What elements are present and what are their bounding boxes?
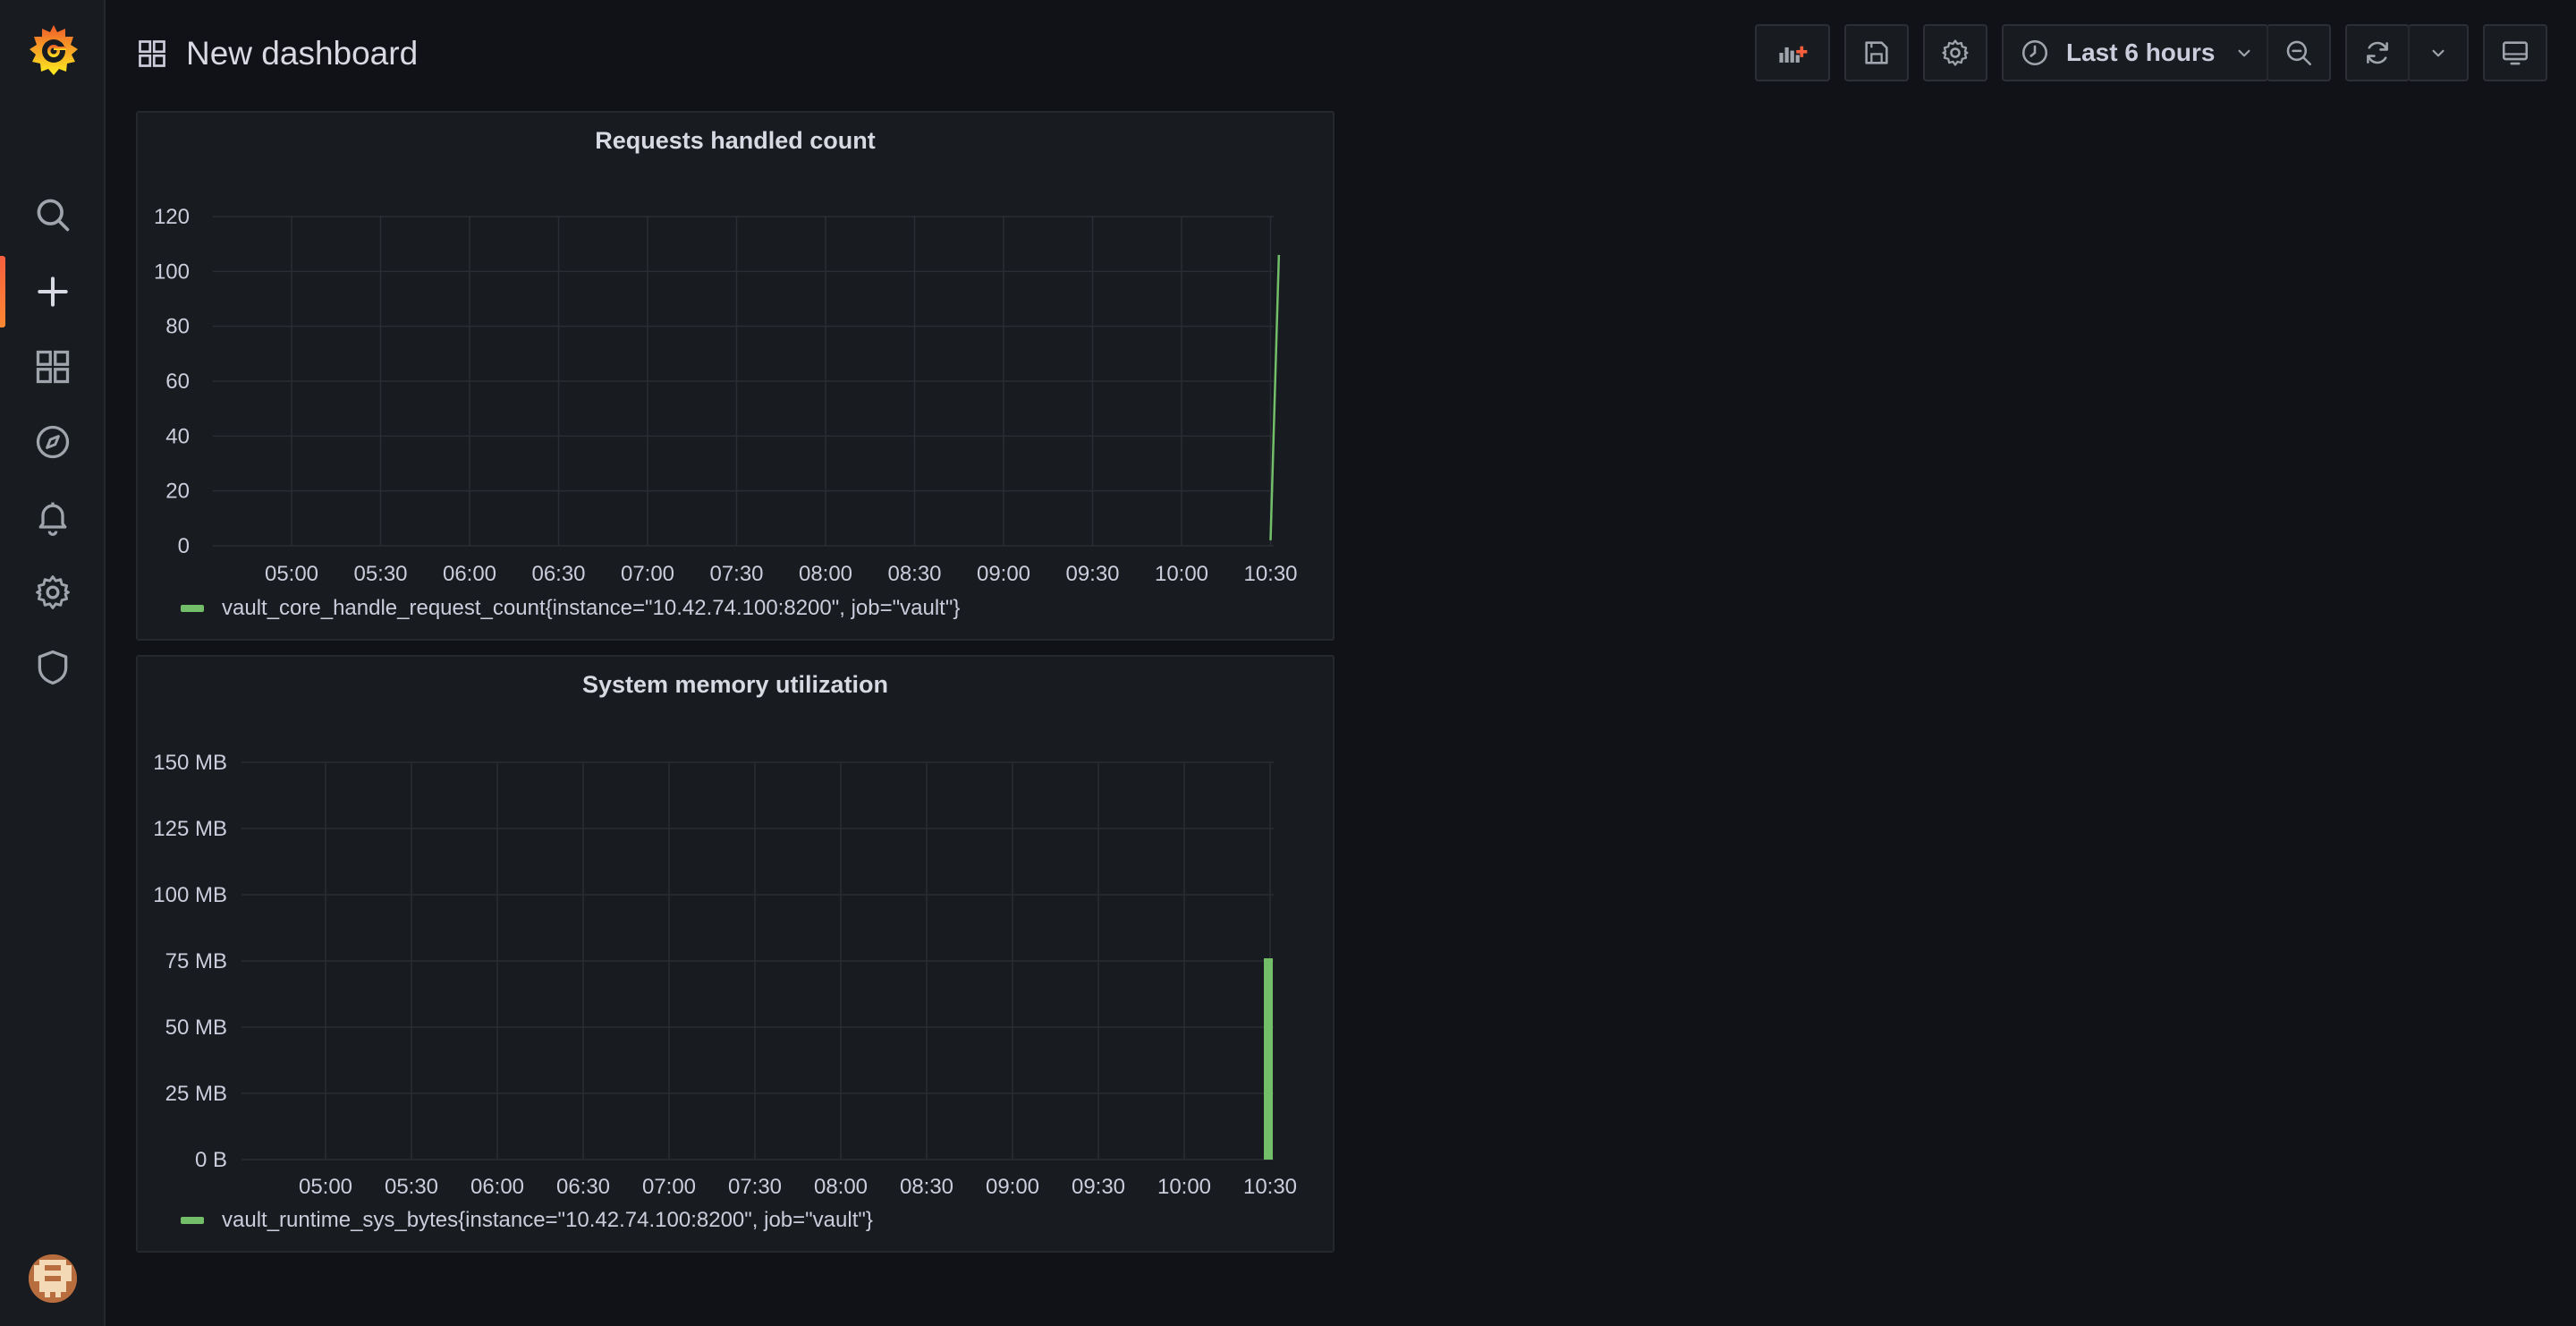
grafana-logo-icon[interactable] — [27, 21, 80, 79]
zoom-out-icon — [2286, 40, 2312, 66]
sidebar-item-dashboards[interactable] — [0, 335, 106, 399]
y-tick-label: 25 MB — [165, 1082, 227, 1106]
y-tick-label: 20 — [165, 480, 190, 504]
compass-icon — [36, 425, 70, 459]
y-tick-label: 75 MB — [165, 949, 227, 973]
time-range-label: Last 6 hours — [2066, 38, 2216, 66]
sidebar-item-create[interactable] — [0, 259, 106, 324]
sidebar-item-alerting[interactable] — [0, 485, 106, 549]
sidebar — [0, 0, 106, 1326]
search-icon — [37, 199, 70, 232]
panel-system-memory[interactable]: System memory utilization 0 B 25 MB 50 MB 7… — [136, 655, 1335, 1253]
add-panel-icon — [1779, 46, 1808, 63]
x-tick-label: 10:00 — [1157, 1175, 1211, 1199]
y-tick-label: 0 — [178, 534, 190, 558]
dashboards-grid-icon — [36, 350, 70, 384]
refresh-interval-dropdown[interactable] — [2408, 24, 2469, 81]
sidebar-item-server-admin[interactable] — [0, 635, 106, 700]
requests-line-chart: 0 20 40 60 80 100 120 05:00 05:30 06:00 06:30 07:00… — [154, 205, 1298, 586]
x-tick-label: 06:30 — [531, 562, 585, 586]
x-tick-label: 08:30 — [900, 1175, 953, 1199]
series-bar — [1264, 958, 1273, 1160]
y-tick-label: 100 — [154, 259, 190, 284]
time-range-picker[interactable]: Last 6 hours — [2002, 24, 2268, 81]
y-tick-label: 150 MB — [153, 751, 227, 775]
x-tick-label: 10:00 — [1155, 562, 1208, 586]
x-tick-label: 09:30 — [1072, 1175, 1125, 1199]
x-tick-label: 07:00 — [642, 1175, 696, 1199]
x-tick-label: 08:30 — [887, 562, 941, 586]
bell-icon — [38, 502, 67, 536]
x-tick-label: 10:30 — [1243, 1175, 1297, 1199]
x-tick-label: 07:30 — [728, 1175, 782, 1199]
x-tick-label: 05:30 — [353, 562, 407, 586]
y-tick-label: 40 — [165, 424, 190, 448]
dashboard-settings-button[interactable] — [1923, 24, 1987, 81]
x-tick-label: 10:30 — [1243, 562, 1297, 586]
dashboards-grid-icon — [139, 40, 165, 67]
sidebar-item-search[interactable] — [0, 183, 106, 247]
x-tick-label: 09:00 — [977, 562, 1030, 586]
sidebar-item-explore[interactable] — [0, 410, 106, 474]
tv-monitor-icon — [2502, 41, 2529, 65]
chevron-down-icon — [2238, 49, 2250, 57]
legend-label: vault_runtime_sys_bytes{instance="10.42.… — [222, 1208, 873, 1232]
x-tick-label: 08:00 — [799, 562, 852, 586]
gear-icon — [1942, 39, 1969, 66]
y-tick-label: 100 MB — [153, 883, 227, 907]
legend-label: vault_core_handle_request_count{instance… — [222, 596, 961, 620]
legend-item[interactable]: vault_runtime_sys_bytes{instance="10.42.… — [181, 1208, 873, 1233]
legend-swatch — [181, 605, 204, 612]
y-tick-label: 50 MB — [165, 1016, 227, 1040]
x-tick-label: 08:00 — [814, 1175, 868, 1199]
save-icon — [1865, 41, 1888, 64]
user-avatar[interactable] — [29, 1254, 77, 1303]
refresh-icon — [2367, 41, 2388, 64]
y-tick-label: 0 B — [195, 1148, 227, 1172]
x-tick-label: 05:00 — [299, 1175, 352, 1199]
chevron-down-icon — [2432, 49, 2445, 57]
x-tick-label: 06:00 — [443, 562, 496, 586]
page-title[interactable]: New dashboard — [186, 35, 418, 72]
x-tick-label: 06:30 — [556, 1175, 610, 1199]
series-line — [1269, 254, 1281, 540]
plus-icon — [38, 276, 68, 307]
dashboard-header: New dashboard — [136, 32, 418, 75]
add-panel-button[interactable] — [1755, 24, 1830, 81]
sidebar-item-configuration[interactable] — [0, 560, 106, 625]
x-tick-label: 07:30 — [709, 562, 763, 586]
zoom-out-button[interactable] — [2267, 24, 2331, 81]
clock-icon — [2021, 39, 2048, 66]
gear-icon — [36, 575, 70, 609]
y-tick-label: 125 MB — [153, 817, 227, 841]
legend-swatch — [181, 1217, 204, 1224]
x-tick-label: 06:00 — [470, 1175, 524, 1199]
legend-item[interactable]: vault_core_handle_request_count{instance… — [181, 596, 960, 621]
panel-requests-handled[interactable]: Requests handled count 0 20 40 60 80 100 120 05… — [136, 111, 1335, 641]
refresh-button[interactable] — [2345, 24, 2410, 81]
y-tick-label: 120 — [154, 205, 190, 229]
shield-icon — [38, 650, 68, 685]
x-tick-label: 09:30 — [1065, 562, 1119, 586]
save-dashboard-button[interactable] — [1844, 24, 1909, 81]
y-tick-label: 60 — [165, 370, 190, 394]
x-tick-label: 05:00 — [265, 562, 318, 586]
cycle-view-mode-button[interactable] — [2483, 24, 2547, 81]
memory-bar-chart: 0 B 25 MB 50 MB 75 MB 100 MB 125 MB 150 MB 05:0… — [153, 751, 1297, 1199]
x-tick-label: 09:00 — [986, 1175, 1039, 1199]
x-tick-label: 05:30 — [385, 1175, 438, 1199]
x-tick-label: 07:00 — [621, 562, 674, 586]
y-tick-label: 80 — [165, 315, 190, 339]
